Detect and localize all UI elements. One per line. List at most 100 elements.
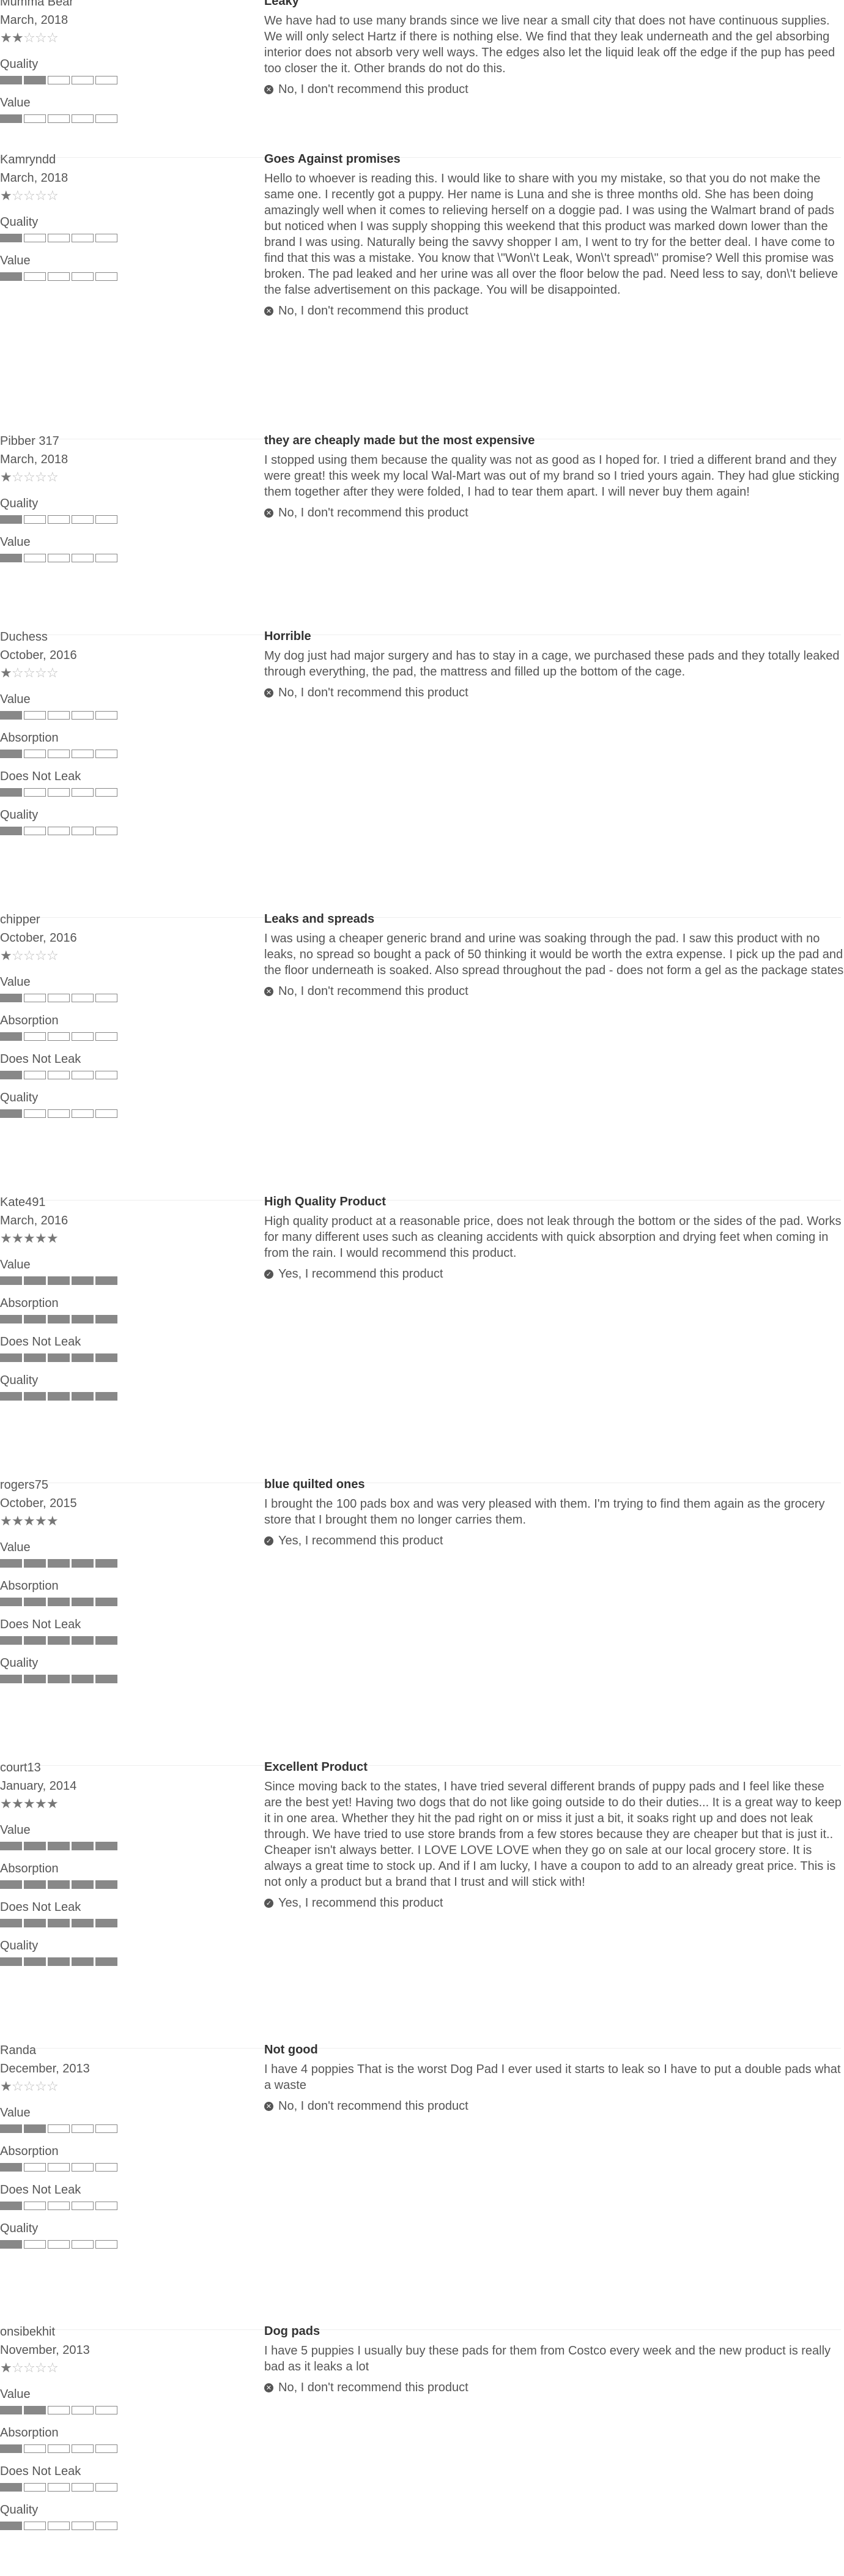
reviewer-info: Kate491 March, 2016 ★ ★ ★ ★ ★ Value Absorption Do… [0,1196,122,1401]
rating-metric-label: Value [0,2106,31,2120]
bar-segment-empty [95,994,117,1002]
bar-segment-empty [72,2522,94,2530]
rating-metric-bar [0,1032,122,1041]
star-rating: ★ ☆ ☆ ☆ ☆ [0,2079,122,2094]
bar-segment-filled [72,1675,94,1683]
bar-segment-empty [95,788,117,797]
bar-segment-empty [24,827,46,835]
rating-metric-bar [0,2483,122,2492]
bar-segment-empty [24,515,46,524]
rating-metric-bar [0,1559,122,1568]
bar-segment-empty [48,234,70,242]
star-empty-icon: ☆ [12,188,24,203]
star-empty-icon: ☆ [46,2079,59,2094]
star-rating: ★ ★ ☆ ☆ ☆ [0,30,122,46]
review-content: Mumma Bear March, 2018 ★ ★ ☆ ☆ ☆ Quality Value Le… [0,0,844,158]
bar-segment-empty [24,2483,46,2492]
bar-segment-filled [0,554,22,562]
bar-segment-filled [0,1071,22,1079]
rating-metric-bar [0,1353,122,1362]
star-rating: ★ ★ ★ ★ ★ [0,1796,122,1812]
bar-segment-filled [24,1880,46,1889]
review-text: I have 5 puppies I usually buy these pad… [264,2344,831,2373]
review-content: chipper October, 2016 ★ ☆ ☆ ☆ ☆ Value Absorption… [0,912,844,1201]
reviews-list: Mumma Bear March, 2018 ★ ★ ☆ ☆ ☆ Quality Value Le… [0,0,844,2576]
star-filled-icon: ★ [0,469,12,485]
rating-metric-bar [0,1109,122,1118]
review-content: Kate491 March, 2016 ★ ★ ★ ★ ★ Value Absorption Do… [0,1195,844,1483]
rating-metric-bar [0,114,122,123]
bar-segment-filled [0,1032,22,1041]
bar-segment-empty [72,2406,94,2414]
bar-segment-empty [72,2240,94,2249]
star-filled-icon: ★ [46,1230,59,1246]
star-empty-icon: ☆ [46,665,59,680]
star-empty-icon: ☆ [12,2079,24,2094]
review-title: Excellent Product [264,1760,368,1774]
reviewer-info: Duchess October, 2016 ★ ☆ ☆ ☆ ☆ Value Absorption… [0,630,122,835]
rating-metric-bar [0,515,122,524]
review-content: rogers75 October, 2015 ★ ★ ★ ★ ★ Value Absorptio… [0,1478,844,1766]
bar-segment-filled [72,1919,94,1927]
reviewer-name: Pibber 317 [0,434,59,448]
review-body: Not good I have 4 poppies That is the wor… [264,2043,844,2114]
bar-segment-empty [48,1071,70,1079]
review-item: rogers75 October, 2015 ★ ★ ★ ★ ★ Value Absorptio… [0,1478,844,1766]
review-body: Horrible My dog just had major surgery an… [264,630,844,701]
review-text: Hello to whoever is reading this. I woul… [264,172,838,297]
bar-segment-empty [48,2483,70,2492]
bar-segment-filled [0,1880,22,1889]
x-circle-icon: ✕ [264,2383,273,2392]
bar-segment-empty [24,2522,46,2530]
bar-segment-filled [0,2406,22,2414]
bar-segment-empty [48,2124,70,2133]
rating-metric-bar [0,750,122,758]
rating-metric-label: Does Not Leak [0,770,81,783]
rating-metric-bar [0,272,122,281]
bar-segment-empty [24,554,46,562]
rating-metric-label: Quality [0,2222,39,2235]
star-empty-icon: ☆ [35,2360,47,2375]
rating-metric-label: Value [0,254,31,267]
bar-segment-filled [72,1880,94,1889]
rating-metric-label: Does Not Leak [0,1618,81,1631]
rating-metric-bar [0,1071,122,1079]
star-empty-icon: ☆ [46,469,59,485]
rating-metric-bar [0,1675,122,1683]
bar-segment-filled [72,1276,94,1285]
star-empty-icon: ☆ [23,30,35,45]
recommendation-text: Yes, I recommend this product [278,1534,443,1547]
bar-segment-empty [72,1032,94,1041]
bar-segment-empty [72,2444,94,2453]
star-rating: ★ ★ ★ ★ ★ [0,1513,122,1529]
bar-segment-empty [48,750,70,758]
review-text: I brought the 100 pads box and was very … [264,1497,825,1527]
star-filled-icon: ★ [23,1513,35,1528]
bar-segment-filled [48,1353,70,1362]
recommendation: ✓ Yes, I recommend this product [264,1266,844,1282]
bar-segment-empty [24,114,46,123]
star-empty-icon: ☆ [12,948,24,963]
bar-segment-filled [24,1957,46,1966]
rating-metric-label: Quality [0,1091,39,1104]
bar-segment-filled [0,711,22,720]
bar-segment-filled [95,1598,117,1606]
review-title: Dog pads [264,2325,320,2338]
recommendation: ✕ No, I don't recommend this product [264,2380,844,2395]
star-filled-icon: ★ [12,1230,24,1246]
star-filled-icon: ★ [35,1230,47,1246]
star-filled-icon: ★ [0,188,12,203]
reviewer-info: rogers75 October, 2015 ★ ★ ★ ★ ★ Value Absorptio… [0,1478,122,1683]
rating-metric-bar [0,234,122,242]
bar-segment-filled [0,1842,22,1850]
rating-metric-label: Quality [0,215,39,229]
bar-segment-empty [48,2444,70,2453]
bar-segment-empty [95,1032,117,1041]
review-text: High quality product at a reasonable pri… [264,1215,842,1260]
bar-segment-empty [72,994,94,1002]
rating-metric-bar [0,1392,122,1401]
bar-segment-empty [48,114,70,123]
bar-segment-filled [48,1880,70,1889]
bar-segment-filled [95,1276,117,1285]
review-body: blue quilted ones I brought the 100 pads … [264,1478,844,1549]
